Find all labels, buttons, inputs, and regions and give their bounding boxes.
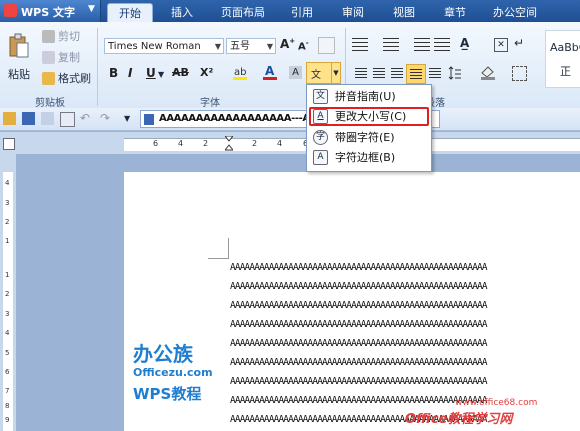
redo-icon[interactable]: ↷ bbox=[100, 111, 110, 125]
bullets-icon[interactable] bbox=[352, 38, 368, 52]
highlight-color-icon[interactable]: ab bbox=[232, 64, 248, 80]
chevron-down-icon: ▼ bbox=[214, 42, 221, 51]
close-icon[interactable]: ✕ bbox=[494, 38, 508, 52]
distributed-icon[interactable] bbox=[429, 68, 441, 79]
pinyin-icon: 文 bbox=[313, 89, 328, 104]
app-menu-button[interactable]: WPS 文字 ▼ bbox=[0, 0, 101, 22]
text-line[interactable]: AAAAAAAAAAAAAAAAAAAAAAAAAAAAAAAAAAAAAAAA… bbox=[230, 414, 578, 425]
underline-icon[interactable]: U bbox=[146, 66, 156, 80]
scissors-icon bbox=[42, 29, 55, 43]
vertical-ruler[interactable]: 4 3 2 1 1 2 3 4 5 6 7 8 9 bbox=[0, 154, 16, 431]
tab-office-space[interactable]: 办公空间 bbox=[486, 3, 544, 22]
text-line[interactable]: AAAAAAAAAAAAAAAAAAAAAAAAAAAAAAAAAAAAAAAA… bbox=[230, 376, 578, 387]
copy-icon bbox=[42, 50, 55, 64]
shading-icon[interactable] bbox=[480, 64, 496, 80]
font-color-icon[interactable]: A bbox=[262, 64, 278, 80]
indent-decrease-icon[interactable] bbox=[414, 38, 430, 52]
chevron-down-icon[interactable]: ▼ bbox=[158, 70, 164, 79]
tab-stop-selector[interactable] bbox=[3, 138, 15, 150]
align-justify-icon bbox=[410, 69, 422, 80]
paragraph-mark-icon[interactable]: ↵ bbox=[514, 36, 524, 50]
change-case-icon: A bbox=[313, 109, 328, 124]
borders-icon[interactable] bbox=[512, 66, 527, 81]
margin-corner-mark bbox=[208, 238, 229, 259]
font-more-menu: 文 拼音指南(U) A 更改大小写(C) 字 带圈字符(E) A 字符边框(B) bbox=[306, 84, 432, 172]
svg-text:A: A bbox=[265, 64, 275, 78]
tab-insert[interactable]: 插入 bbox=[160, 3, 204, 22]
save-icon[interactable] bbox=[22, 112, 35, 125]
chevron-down-icon: ▼ bbox=[266, 42, 273, 51]
bold-icon[interactable]: B bbox=[109, 66, 118, 80]
clipboard-group-label: 剪贴板 bbox=[35, 98, 65, 109]
tab-chapter[interactable]: 章节 bbox=[435, 3, 475, 22]
cut-button[interactable]: 剪切 bbox=[42, 28, 80, 44]
tab-references[interactable]: 引用 bbox=[282, 3, 322, 22]
text-line[interactable]: AAAAAAAAAAAAAAAAAAAAAAAAAAAAAAAAAAAAAAAA… bbox=[230, 262, 578, 273]
text-line[interactable]: AAAAAAAAAAAAAAAAAAAAAAAAAAAAAAAAAAAAAAAA… bbox=[230, 319, 578, 330]
chevron-down-icon[interactable]: ▼ bbox=[331, 62, 341, 84]
print-icon[interactable] bbox=[41, 112, 54, 125]
char-shading-icon[interactable]: A bbox=[289, 66, 302, 79]
char-border-icon: A bbox=[313, 150, 328, 165]
brush-icon bbox=[42, 71, 55, 85]
svg-text:ab: ab bbox=[234, 67, 246, 78]
watermark-logo: 办公族 Officezu.com WPS教程 bbox=[133, 342, 213, 403]
enclosed-char-icon: 字 bbox=[313, 130, 328, 145]
align-left-icon[interactable] bbox=[355, 68, 367, 79]
menu-item-char-border[interactable]: A 字符边框(B) bbox=[309, 148, 429, 167]
menu-item-change-case[interactable]: A 更改大小写(C) bbox=[309, 107, 429, 126]
menu-item-enclosed-char[interactable]: 字 带圈字符(E) bbox=[309, 128, 429, 147]
shrink-font-icon[interactable]: A- bbox=[298, 39, 309, 52]
open-folder-icon[interactable] bbox=[3, 112, 16, 125]
pinyin-icon: 文 bbox=[311, 70, 321, 81]
divider bbox=[97, 28, 98, 106]
align-center-icon[interactable] bbox=[373, 68, 385, 79]
italic-icon[interactable]: I bbox=[128, 66, 132, 80]
justify-button[interactable] bbox=[406, 64, 426, 84]
text-direction-icon[interactable]: A̲ bbox=[460, 36, 469, 50]
format-painter-button[interactable]: 格式刷 bbox=[42, 70, 91, 86]
font-group-label: 字体 bbox=[200, 98, 220, 109]
chevron-down-icon: ▼ bbox=[88, 4, 95, 14]
clear-format-icon[interactable] bbox=[318, 37, 335, 54]
indent-marker-icon[interactable] bbox=[223, 135, 235, 152]
font-name-select[interactable]: Times New Roman ▼ bbox=[104, 38, 224, 54]
numbering-icon[interactable] bbox=[383, 38, 399, 52]
grow-font-icon[interactable]: A+ bbox=[280, 37, 295, 51]
text-line[interactable]: AAAAAAAAAAAAAAAAAAAAAAAAAAAAAAAAAAAAAAAA… bbox=[230, 357, 578, 368]
line-spacing-icon[interactable] bbox=[448, 66, 462, 80]
print-preview-icon[interactable] bbox=[60, 112, 75, 127]
strikethrough-icon[interactable]: AB bbox=[172, 66, 189, 79]
style-preview-normal[interactable]: AaBbC 正 bbox=[545, 30, 580, 88]
tab-page-layout[interactable]: 页面布局 bbox=[214, 3, 272, 22]
paste-label[interactable]: 粘贴 bbox=[8, 66, 30, 82]
ribbon: 粘贴 剪切 复制 格式刷 剪贴板 Times New Roman ▼ 五号 ▼ A+… bbox=[0, 22, 580, 109]
font-size-select[interactable]: 五号 ▼ bbox=[226, 38, 276, 54]
wps-logo-icon bbox=[4, 4, 17, 17]
superscript-icon[interactable]: X² bbox=[200, 66, 213, 79]
tab-home[interactable]: 开始 bbox=[107, 3, 153, 23]
app-title: WPS 文字 bbox=[21, 6, 75, 19]
menu-item-pinyin[interactable]: 文 拼音指南(U) bbox=[309, 87, 429, 106]
text-line[interactable]: AAAAAAAAAAAAAAAAAAAAAAAAAAAAAAAAAAAAAAAA… bbox=[230, 338, 578, 349]
paste-icon[interactable] bbox=[6, 32, 32, 60]
undo-icon[interactable]: ↶ bbox=[80, 111, 90, 125]
copy-button[interactable]: 复制 bbox=[42, 49, 80, 65]
document-icon bbox=[144, 114, 154, 125]
more-font-button[interactable]: 文 bbox=[306, 62, 332, 84]
tab-view[interactable]: 视图 bbox=[384, 3, 424, 22]
title-tab-bar: WPS 文字 ▼ 开始 插入 页面布局 引用 审阅 视图 章节 办公空间 bbox=[0, 0, 580, 23]
text-line[interactable]: AAAAAAAAAAAAAAAAAAAAAAAAAAAAAAAAAAAAAAAA… bbox=[230, 300, 578, 311]
indent-increase-icon[interactable] bbox=[434, 38, 450, 52]
chevron-down-icon[interactable]: ▼ bbox=[124, 114, 130, 123]
align-right-icon[interactable] bbox=[391, 68, 403, 79]
horizontal-ruler[interactable]: 6 4 2 2 4 6 bbox=[0, 132, 580, 154]
text-line[interactable]: AAAAAAAAAAAAAAAAAAAAAAAAAAAAAAAAAAAAAAAA… bbox=[230, 281, 578, 292]
tab-review[interactable]: 审阅 bbox=[333, 3, 373, 22]
